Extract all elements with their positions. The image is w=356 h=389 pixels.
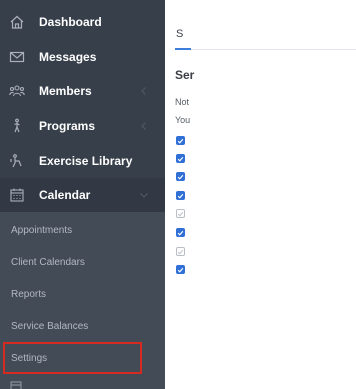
submenu-item-reports[interactable]: Reports — [0, 282, 165, 306]
sidebar-item-label: Dashboard — [39, 15, 102, 29]
chevron-left-icon — [139, 121, 149, 131]
notification-text: Not — [175, 97, 190, 107]
submenu-item-label: Service Balances — [11, 320, 89, 332]
submenu-item-label: Reports — [11, 288, 47, 300]
notification-checkbox[interactable] — [176, 228, 185, 237]
sidebar-item-programs[interactable]: Programs — [0, 109, 165, 143]
section-heading: Ser — [175, 68, 195, 82]
chevron-left-icon — [139, 86, 149, 96]
submenu-item-label: Client Calendars — [11, 256, 85, 268]
sidebar-item-dashboard[interactable]: Dashboard — [0, 5, 165, 39]
sidebar-item-label: Exercise Library — [39, 154, 133, 168]
tab-settings[interactable]: S — [176, 28, 190, 50]
envelope-icon — [8, 48, 26, 66]
users-icon — [8, 82, 26, 100]
submenu-item-appointments[interactable]: Appointments — [0, 218, 165, 242]
notification-checkbox[interactable] — [176, 191, 185, 200]
sidebar-item-messages[interactable]: Messages — [0, 40, 165, 74]
sidebar-item-label: Members — [39, 84, 92, 98]
notification-checkbox[interactable] — [176, 265, 185, 274]
home-icon — [8, 13, 26, 31]
sidebar-item-label: Programs — [39, 119, 96, 133]
exercise-icon — [8, 152, 26, 170]
notification-text: You — [175, 115, 191, 125]
calendar-icon — [8, 186, 26, 204]
running-icon — [8, 117, 26, 135]
notification-checkbox[interactable] — [176, 172, 185, 181]
sidebar-item-members[interactable]: Members — [0, 74, 165, 108]
notification-checkbox[interactable] — [176, 247, 185, 256]
sidebar-item-label: Messages — [39, 50, 97, 64]
notification-checkbox[interactable] — [176, 136, 185, 145]
sidebar: Dashboard Messages Members Programs Exer… — [0, 0, 165, 389]
sidebar-item-label: Calendar — [39, 188, 91, 202]
main-content — [165, 0, 356, 389]
submenu-item-client-calendars[interactable]: Client Calendars — [0, 250, 165, 274]
partial-menu-icon — [9, 381, 23, 389]
submenu-item-label: Appointments — [11, 224, 73, 236]
active-tab-indicator — [175, 48, 191, 50]
sidebar-item-calendar[interactable]: Calendar — [0, 178, 165, 212]
chevron-down-icon — [139, 190, 149, 200]
notification-checkbox[interactable] — [176, 154, 185, 163]
sidebar-item-exercise-library[interactable]: Exercise Library — [0, 144, 165, 178]
tab-divider — [175, 49, 356, 50]
settings-highlight-box — [3, 342, 142, 374]
notification-checkbox[interactable] — [176, 209, 185, 218]
submenu-item-service-balances[interactable]: Service Balances — [0, 314, 165, 338]
